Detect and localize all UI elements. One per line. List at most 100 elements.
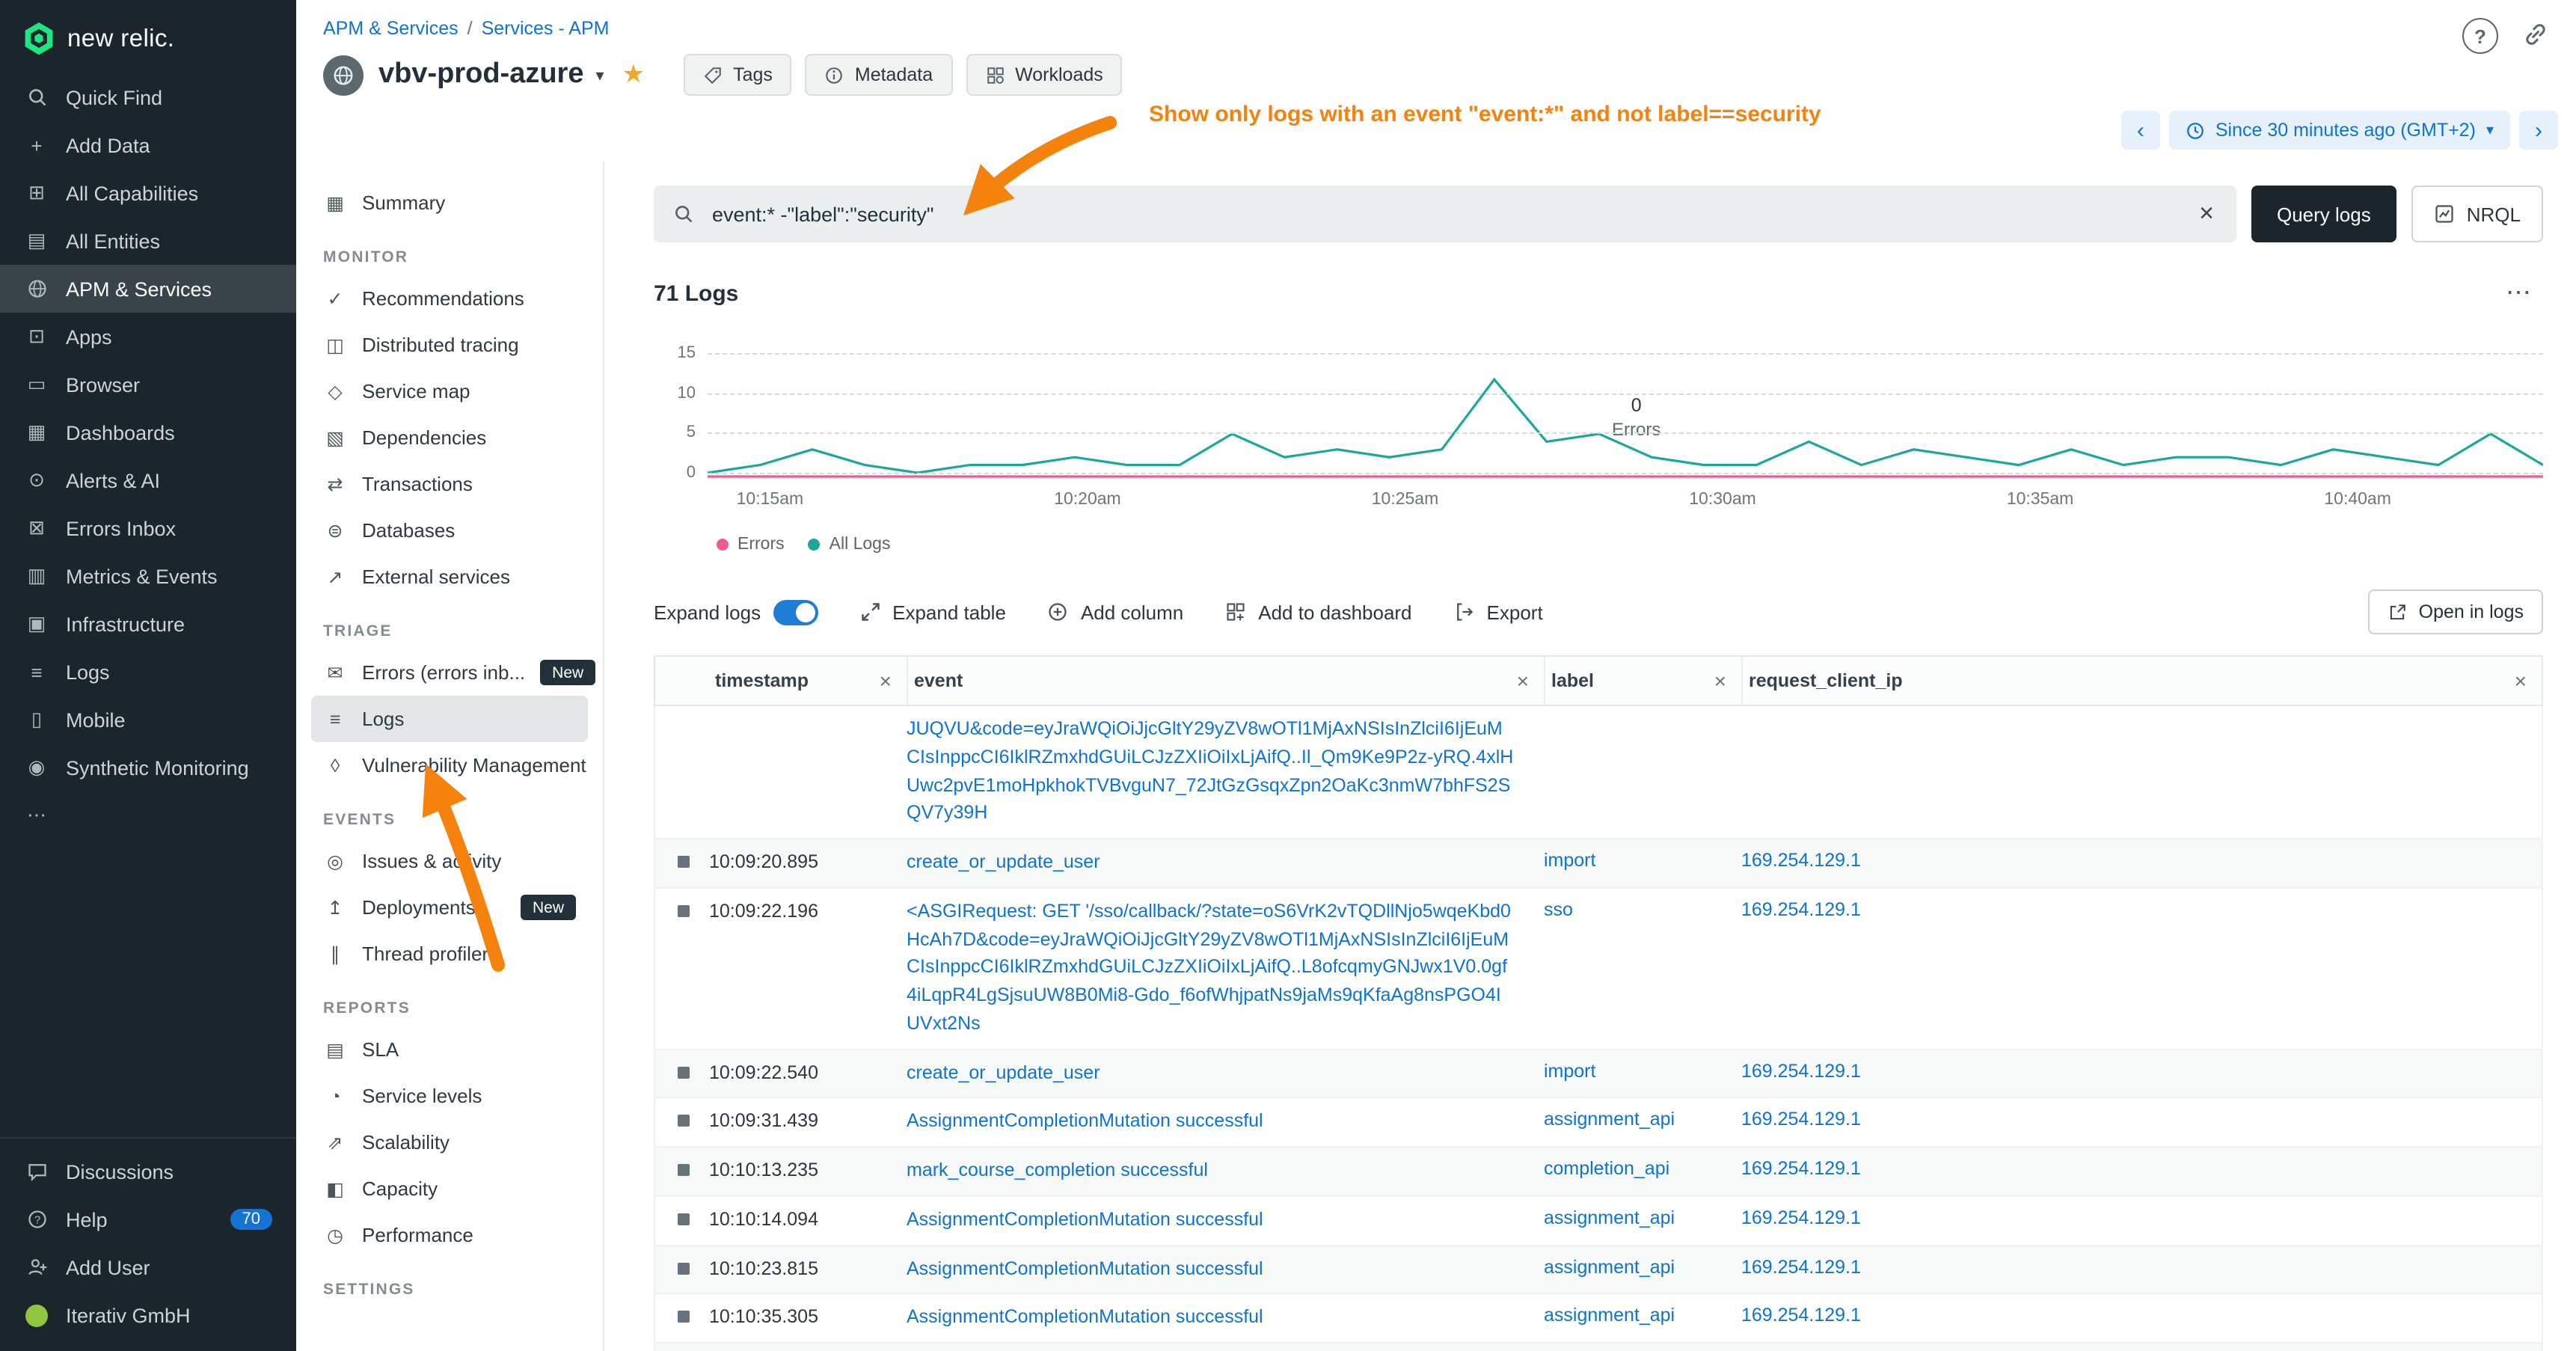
remove-column-label-icon[interactable]: × — [1714, 669, 1726, 693]
row-marker-icon[interactable] — [678, 1164, 690, 1176]
cell-event-link[interactable]: mark_course_completion successful — [907, 1157, 1544, 1185]
table-row[interactable]: JUQVU&code=eyJraWQiOiJjcGltY29yZV8wOTl1M… — [655, 706, 2542, 839]
sidebar-item-dashboards[interactable]: ▦Dashboards — [0, 408, 296, 456]
cell-request-client-ip-link[interactable]: 169.254.129.1 — [1741, 1256, 2542, 1277]
nav-item-transactions[interactable]: ⇄Transactions — [311, 461, 588, 507]
remove-column-event-icon[interactable]: × — [1517, 669, 1529, 693]
cell-request-client-ip-link[interactable]: 169.254.129.1 — [1741, 1305, 2542, 1326]
nav-item-service-map[interactable]: ◇Service map — [311, 368, 588, 414]
nav-item-issues-activity[interactable]: ◎Issues & activity — [311, 838, 588, 884]
row-marker-icon[interactable] — [678, 1213, 690, 1225]
cell-label-link[interactable]: assignment_api — [1544, 1207, 1741, 1228]
brand-logo[interactable]: new relic. — [0, 0, 296, 73]
nav-item-thread-profiler[interactable]: ∥Thread profiler — [311, 931, 588, 977]
nav-item-logs[interactable]: ≡Logs — [311, 696, 588, 742]
sidebar-item-logs[interactable]: ≡Logs — [0, 648, 296, 696]
cell-label-link[interactable]: assignment_api — [1544, 1109, 1741, 1130]
remove-column-timestamp-icon[interactable]: × — [880, 669, 892, 693]
nav-item-distributed-tracing[interactable]: ◫Distributed tracing — [311, 322, 588, 368]
metadata-button[interactable]: Metadata — [806, 54, 952, 96]
clear-query-icon[interactable]: × — [2196, 199, 2217, 229]
sidebar-item-apps[interactable]: ⊡Apps — [0, 313, 296, 361]
sidebar-item-alerts-ai[interactable]: ⊙Alerts & AI — [0, 456, 296, 504]
row-marker-icon[interactable] — [678, 1115, 690, 1127]
row-marker-icon[interactable] — [678, 1066, 690, 1078]
cell-label-link[interactable]: completion_api — [1544, 1158, 1741, 1179]
breadcrumb-parent-link[interactable]: APM & Services — [323, 18, 459, 39]
sidebar-item-discussions[interactable]: Discussions — [0, 1148, 296, 1195]
time-forward-button[interactable]: › — [2519, 111, 2558, 150]
sidebar-item-infrastructure[interactable]: ▣Infrastructure — [0, 600, 296, 648]
cell-event-link[interactable]: <ASGIRequest: GET '/sso/callback/?state=… — [907, 898, 1544, 1038]
table-row[interactable]: 10:10:23.815AssignmentCompletionMutation… — [655, 1246, 2542, 1295]
nav-item-errors-errors-inb[interactable]: ✉Errors (errors inb...New — [311, 649, 588, 696]
table-row[interactable]: 10:09:22.540create_or_update_userimport1… — [655, 1050, 2542, 1099]
table-row[interactable]: 10:10:13.235mark_course_completion succe… — [655, 1148, 2542, 1197]
permalink-icon[interactable] — [2519, 18, 2552, 51]
sidebar-item-quick-find[interactable]: Quick Find — [0, 73, 296, 121]
nav-item-service-levels[interactable]: ◔Service levels — [311, 1073, 588, 1119]
sidebar-item-browser[interactable]: ▭Browser — [0, 361, 296, 408]
workloads-button[interactable]: Workloads — [966, 54, 1123, 96]
table-row[interactable]: 10:10:44.066AssignmentCompletionMutation… — [655, 1344, 2542, 1351]
sidebar-item-all-capabilities[interactable]: ⊞All Capabilities — [0, 169, 296, 217]
cell-label-link[interactable]: sso — [1544, 899, 1741, 920]
nav-item-dependencies[interactable]: ▧Dependencies — [311, 414, 588, 461]
time-range-button[interactable]: Since 30 minutes ago (GMT+2) ▾ — [2169, 111, 2510, 150]
nav-item-scalability[interactable]: ⇗Scalability — [311, 1119, 588, 1165]
sidebar-item-help[interactable]: ?Help70 — [0, 1195, 296, 1243]
cell-event-link[interactable]: create_or_update_user — [907, 1059, 1544, 1087]
help-icon[interactable]: ? — [2462, 18, 2498, 54]
table-row[interactable]: 10:10:14.094AssignmentCompletionMutation… — [655, 1197, 2542, 1246]
remove-column-ip-icon[interactable]: × — [2515, 669, 2527, 693]
row-marker-icon[interactable] — [678, 1311, 690, 1323]
cell-request-client-ip-link[interactable]: 169.254.129.1 — [1741, 899, 2542, 920]
log-query-input[interactable] — [709, 201, 2181, 227]
cell-request-client-ip-link[interactable]: 169.254.129.1 — [1741, 1060, 2542, 1081]
add-column-button[interactable]: Add column — [1048, 601, 1183, 623]
entity-dropdown-caret-icon[interactable]: ▾ — [596, 65, 604, 85]
legend-item-all-logs[interactable]: All Logs — [809, 536, 891, 554]
cell-event-link[interactable]: AssignmentCompletionMutation successful — [907, 1254, 1544, 1283]
open-in-logs-button[interactable]: Open in logs — [2368, 589, 2543, 634]
sidebar-item-more[interactable]: ⋯ — [0, 791, 296, 839]
nav-item-sla[interactable]: ▤SLA — [311, 1026, 588, 1073]
legend-item-errors[interactable]: Errors — [717, 536, 785, 554]
cell-event-link[interactable]: create_or_update_user — [907, 848, 1544, 877]
time-back-button[interactable]: ‹ — [2121, 111, 2160, 150]
nav-item-capacity[interactable]: ◧Capacity — [311, 1165, 588, 1212]
query-logs-button[interactable]: Query logs — [2251, 186, 2396, 242]
cell-request-client-ip-link[interactable]: 169.254.129.1 — [1741, 850, 2542, 871]
sidebar-item-add-data[interactable]: +Add Data — [0, 121, 296, 169]
table-row[interactable]: 10:10:35.305AssignmentCompletionMutation… — [655, 1295, 2542, 1344]
cell-label-link[interactable]: import — [1544, 850, 1741, 871]
sidebar-item-mobile[interactable]: ▯Mobile — [0, 696, 296, 744]
cell-label-link[interactable]: assignment_api — [1544, 1305, 1741, 1326]
nav-item-recommendations[interactable]: ✓Recommendations — [311, 275, 588, 322]
sidebar-item-errors-inbox[interactable]: ⊠Errors Inbox — [0, 504, 296, 552]
page-title[interactable]: vbv-prod-azure — [378, 58, 584, 91]
cell-request-client-ip-link[interactable]: 169.254.129.1 — [1741, 1207, 2542, 1228]
cell-label-link[interactable]: assignment_api — [1544, 1256, 1741, 1277]
cell-label-link[interactable]: import — [1544, 1060, 1741, 1081]
nav-item-external-services[interactable]: ↗External services — [311, 554, 588, 600]
expand-table-button[interactable]: Expand table — [859, 601, 1006, 623]
chart-menu-icon[interactable]: ⋯ — [2506, 278, 2543, 308]
export-button[interactable]: Export — [1454, 601, 1543, 623]
row-marker-icon[interactable] — [678, 856, 690, 868]
sidebar-item-synthetic-monitoring[interactable]: ◉Synthetic Monitoring — [0, 744, 296, 791]
tags-button[interactable]: Tags — [684, 54, 792, 96]
nrql-button[interactable]: NRQL — [2411, 186, 2543, 242]
sidebar-item-add-user[interactable]: Add User — [0, 1243, 296, 1291]
cell-event-link[interactable]: AssignmentCompletionMutation successful — [907, 1304, 1544, 1332]
nav-item-performance[interactable]: ◷Performance — [311, 1212, 588, 1258]
cell-request-client-ip-link[interactable]: 169.254.129.1 — [1741, 1158, 2542, 1179]
sidebar-item-apm-services[interactable]: APM & Services — [0, 265, 296, 313]
sidebar-item-all-entities[interactable]: ▤All Entities — [0, 217, 296, 265]
row-marker-icon[interactable] — [678, 905, 690, 917]
nav-item-deployments[interactable]: ↥DeploymentsNew — [311, 884, 588, 931]
nav-item-vulnerability-management[interactable]: ◊Vulnerability Management — [311, 742, 588, 788]
row-marker-icon[interactable] — [678, 1262, 690, 1274]
nav-item-databases[interactable]: ⊜Databases — [311, 507, 588, 554]
cell-event-link[interactable]: AssignmentCompletionMutation successful — [907, 1108, 1544, 1136]
